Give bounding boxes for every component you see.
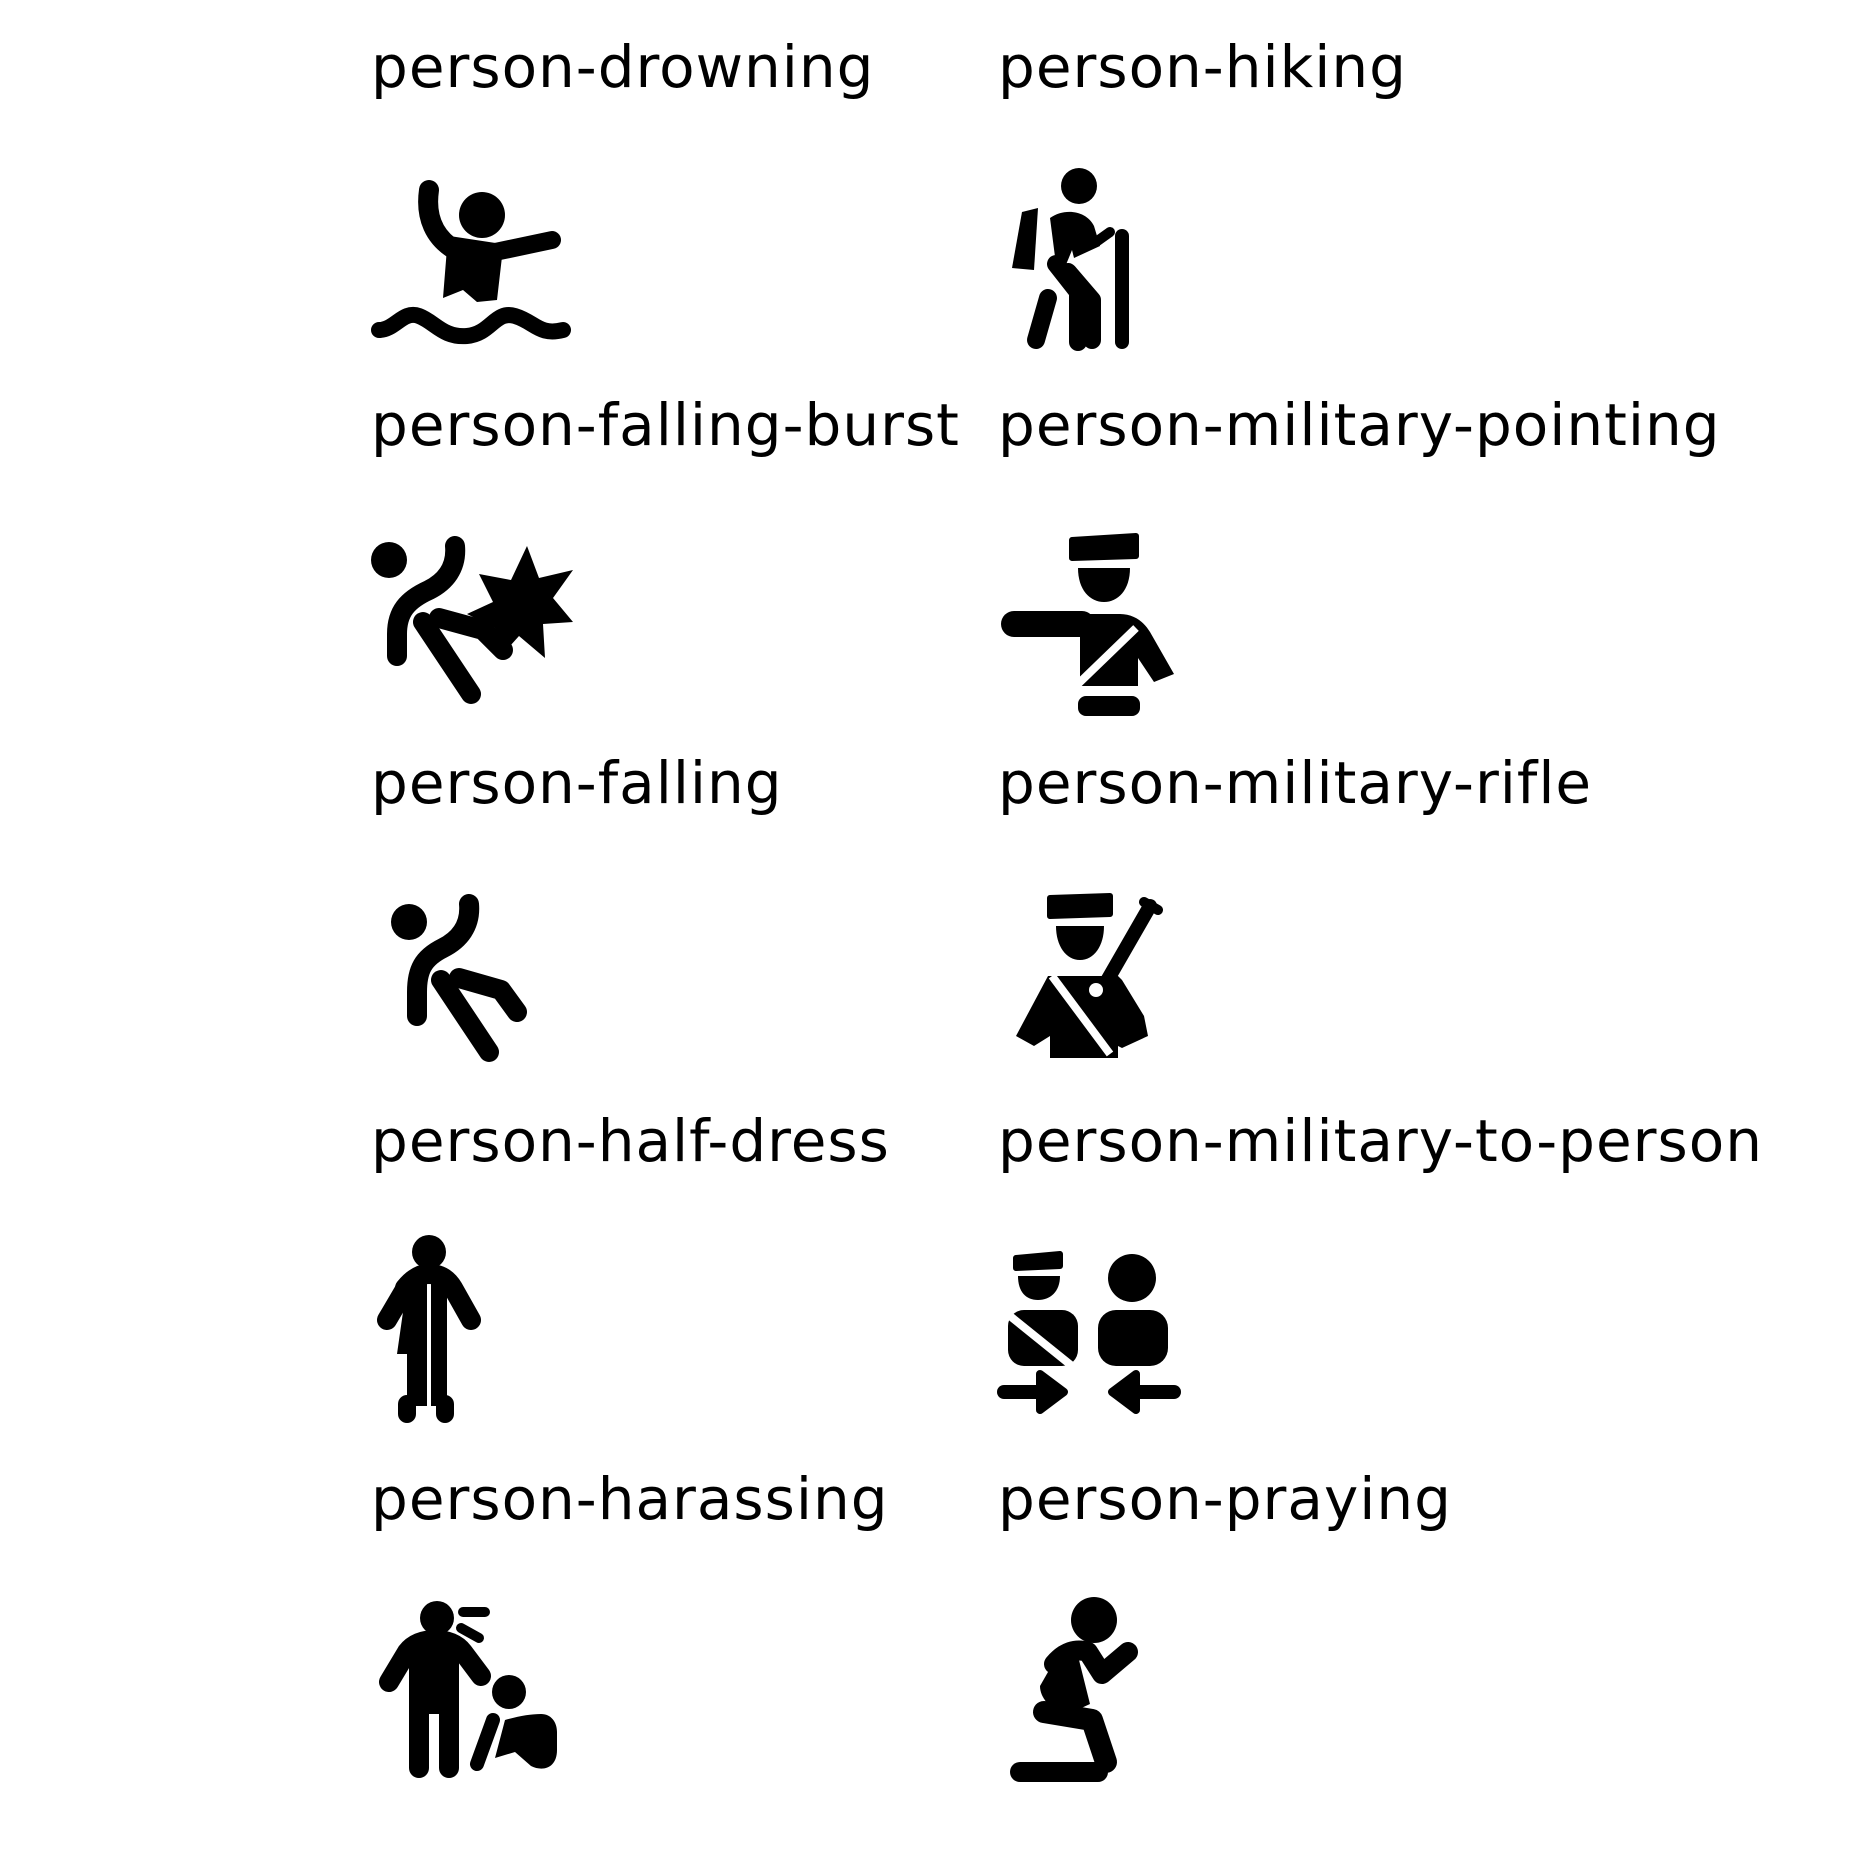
person-military-to-person-icon — [994, 1234, 1204, 1444]
person-military-rifle-icon — [994, 876, 1204, 1086]
icon-cell-person-falling: person-falling — [371, 716, 991, 1074]
person-falling-burst-icon — [367, 518, 577, 728]
icon-label: person-military-to-person — [998, 1107, 1763, 1175]
person-military-pointing-icon — [994, 518, 1204, 728]
icon-cell-person-half-dress: person-half-dress — [371, 1074, 991, 1432]
icon-cell-person-military-to-person: person-military-to-person — [997, 1074, 1762, 1432]
person-hiking-icon — [994, 160, 1204, 370]
icon-cell-person-military-rifle: person-military-rifle — [998, 716, 1618, 1074]
icon-label: person-military-pointing — [998, 391, 1721, 459]
icon-label: person-hiking — [998, 33, 1407, 101]
icon-cell-person-falling-burst: person-falling-burst — [371, 358, 991, 716]
icon-label: person-praying — [998, 1465, 1452, 1533]
icon-cell-person-drowning: person-drowning — [371, 0, 991, 358]
person-falling-icon — [367, 876, 577, 1086]
icon-label: person-falling-burst — [371, 391, 960, 459]
person-half-dress-icon — [367, 1234, 577, 1444]
person-harassing-icon — [367, 1592, 577, 1802]
icon-cell-person-harassing: person-harassing — [371, 1432, 991, 1790]
person-praying-icon — [994, 1592, 1204, 1802]
icon-label: person-military-rifle — [998, 749, 1593, 817]
icon-cell-person-praying: person-praying — [998, 1432, 1618, 1790]
icon-cell-person-military-pointing: person-military-pointing — [998, 358, 1720, 716]
icon-label: person-drowning — [371, 33, 875, 101]
icon-label: person-harassing — [371, 1465, 889, 1533]
icon-label: person-half-dress — [371, 1107, 890, 1175]
icon-label: person-falling — [371, 749, 783, 817]
person-drowning-icon — [367, 160, 577, 370]
icon-cell-person-hiking: person-hiking — [998, 0, 1618, 358]
